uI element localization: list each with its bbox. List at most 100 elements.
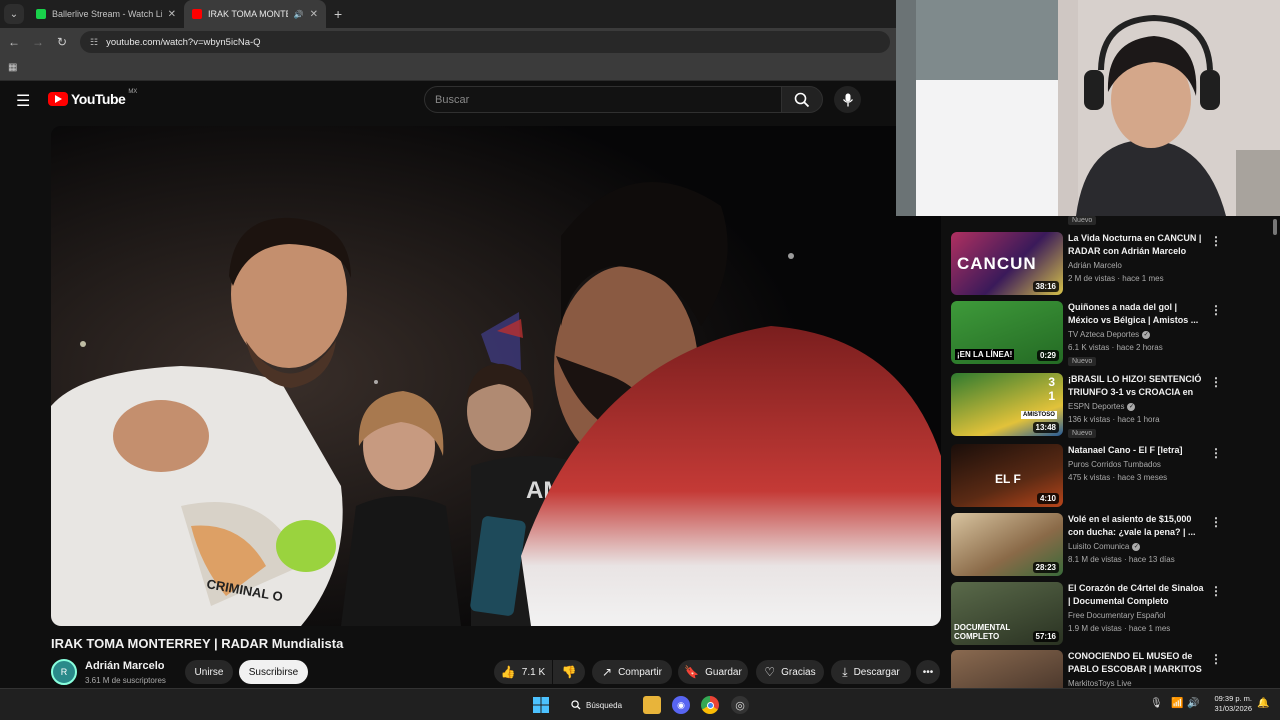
back-arrow-icon[interactable]: ← (2, 35, 26, 49)
channel-name[interactable]: Luisito Comunica ✓ (1068, 542, 1141, 551)
youtube-wordmark: YouTube (71, 91, 126, 107)
recommendation-item[interactable]: ¡EN LA LÍNEA! 0:29 Quiñones a nada del g… (950, 301, 1280, 367)
thanks-button[interactable]: ♡ Gracias (756, 660, 824, 684)
channel-name[interactable]: MarkitosToys Live (1068, 679, 1132, 688)
video-meta: 8.1 M de vistas · hace 13 días (1068, 555, 1175, 564)
taskbar-clock[interactable]: 09:39 p. m. 31/03/2026 (1208, 694, 1252, 714)
channel-name[interactable]: Adrián Marcelo (1068, 261, 1122, 270)
tab-search-button[interactable]: ⌄ (4, 4, 24, 24)
video-thumbnail[interactable] (951, 650, 1063, 688)
video-duration: 13:48 (1032, 422, 1059, 433)
recommendation-item[interactable]: EL F 4:10 Natanael Cano - El F [letra] P… (950, 444, 1280, 510)
taskbar-search-button[interactable]: Búsqueda (561, 694, 637, 716)
hamburger-menu-icon[interactable]: ☰ (16, 91, 30, 111)
verified-check-icon: ✓ (1132, 542, 1141, 551)
close-tab-icon[interactable]: ✕ (168, 9, 176, 20)
channel-name[interactable]: Puros Corridos Tumbados (1068, 460, 1161, 469)
channel-name[interactable]: Adrián Marcelo (85, 660, 164, 672)
recommendation-item[interactable]: CANCUN 38:16 La Vida Nocturna en CANCUN … (950, 232, 1280, 298)
bookmarks-bar: ▦ (0, 56, 896, 81)
tab-title: IRAK TOMA MONTERREY | I (208, 9, 288, 19)
more-vertical-icon[interactable]: ⋮ (1210, 446, 1222, 460)
recommendation-item[interactable]: CONOCIENDO EL MUSEO de PABLO ESCOBAR | M… (950, 650, 1280, 688)
video-meta: 1.9 M de vistas · hace 1 mes (1068, 624, 1171, 633)
video-title: Volé en el asiento de $15,000 con ducha:… (1068, 514, 1196, 537)
microphone-icon[interactable]: 🎙 (1150, 698, 1163, 709)
windows-start-icon[interactable] (532, 696, 550, 714)
save-button[interactable]: 🔖 Guardar (678, 660, 748, 684)
more-vertical-icon[interactable]: ⋮ (1210, 234, 1222, 248)
video-meta: 475 k vistas · hace 3 meses (1068, 473, 1168, 482)
file-explorer-icon[interactable] (643, 696, 661, 714)
site-info-icon[interactable]: ☷ (90, 37, 98, 48)
wifi-icon[interactable]: 📶 (1171, 698, 1183, 709)
video-thumbnail[interactable]: ¡EN LA LÍNEA! 0:29 (951, 301, 1063, 364)
chrome-icon[interactable] (701, 696, 719, 714)
channel-name-text: Luisito Comunica (1068, 542, 1130, 551)
video-duration: 4:10 (1036, 493, 1059, 504)
new-badge: Nuevo (1068, 357, 1097, 366)
browser-tab-youtube[interactable]: IRAK TOMA MONTERREY | I 🔊 ✕ (184, 0, 326, 28)
search-button[interactable] (781, 86, 823, 113)
thumbnail-score-bottom: 1 (1048, 389, 1055, 403)
bookmark-icon: 🔖 (684, 665, 700, 679)
join-button[interactable]: Unirse (185, 660, 233, 684)
new-badge: Nuevo (1068, 216, 1097, 225)
url-bar[interactable]: ☷ youtube.com/watch?v=wbyn5icNa-Q (80, 31, 890, 53)
new-tab-plus-icon[interactable]: + (334, 6, 342, 22)
channel-name[interactable]: ESPN Deportes ✓ (1068, 402, 1136, 411)
forward-arrow-icon[interactable]: → (26, 35, 50, 49)
video-thumbnail[interactable]: 3 1 AMISTOSO 13:48 (951, 373, 1063, 436)
channel-name[interactable]: Free Documentary Español (1068, 611, 1165, 620)
apps-grid-icon[interactable]: ▦ (8, 62, 17, 73)
obs-icon[interactable]: ◎ (731, 696, 749, 714)
sidebar-scrollbar[interactable] (1272, 216, 1278, 688)
more-vertical-icon[interactable]: ⋮ (1210, 515, 1222, 529)
discord-icon[interactable]: ◉ (672, 696, 690, 714)
video-meta: 2 M de vistas · hace 1 mes (1068, 274, 1164, 283)
close-tab-icon[interactable]: ✕ (310, 9, 318, 20)
recommendation-item[interactable]: 28:23 Volé en el asiento de $15,000 con … (950, 513, 1280, 579)
search-icon (571, 700, 581, 710)
share-button[interactable]: ↗ Compartir (592, 660, 672, 684)
like-button[interactable]: 👍 7.1 K (494, 660, 552, 684)
save-label: Guardar (705, 666, 742, 678)
video-thumbnail[interactable]: DOCUMENTAL COMPLETO 57:16 (951, 582, 1063, 645)
youtube-header: ☰ YouTube MX Buscar (0, 81, 896, 119)
youtube-logo[interactable]: YouTube MX (48, 89, 138, 107)
audio-playing-icon[interactable]: 🔊 (294, 10, 304, 19)
more-vertical-icon[interactable]: ⋮ (1210, 303, 1222, 317)
video-thumbnail[interactable]: 28:23 (951, 513, 1063, 576)
thanks-label: Gracias (781, 666, 816, 678)
download-button[interactable]: ⤓ Descargar (831, 660, 911, 684)
volume-icon[interactable]: 🔊 (1187, 698, 1199, 709)
region-code: MX (128, 89, 138, 95)
channel-avatar[interactable]: R (51, 659, 77, 685)
video-thumbnail[interactable]: CANCUN 38:16 (951, 232, 1063, 295)
subscribe-button[interactable]: Suscribirse (239, 660, 308, 684)
more-vertical-icon[interactable]: ⋮ (1210, 584, 1222, 598)
address-toolbar: ← → ↻ ☷ youtube.com/watch?v=wbyn5icNa-Q (0, 28, 896, 56)
notification-bell-icon[interactable]: 🔔 (1257, 698, 1269, 709)
thumbnail-caption: ¡EN LA LÍNEA! (955, 349, 1015, 360)
like-count: 7.1 K (521, 666, 546, 678)
video-title: Natanael Cano - El F [letra] (1068, 445, 1183, 455)
browser-tab-ballerlive[interactable]: Ballerlive Stream - Watch Live ✕ (28, 0, 184, 28)
recommendation-item[interactable]: DOCUMENTAL COMPLETO 57:16 El Corazón de … (950, 582, 1280, 648)
more-vertical-icon[interactable]: ⋮ (1210, 375, 1222, 389)
video-player[interactable]: CRIMINAL O AMON (51, 126, 941, 626)
recommendation-item[interactable]: 3 1 AMISTOSO 13:48 ¡BRASIL LO HIZO! SENT… (950, 373, 1280, 439)
reload-icon[interactable]: ↻ (50, 35, 74, 49)
more-horizontal-icon: ••• (922, 666, 934, 678)
dislike-button[interactable]: 👎 (553, 660, 585, 684)
voice-search-button[interactable] (834, 86, 861, 113)
video-thumbnail[interactable]: EL F 4:10 (951, 444, 1063, 507)
scrollbar-thumb[interactable] (1273, 219, 1277, 235)
more-actions-button[interactable]: ••• (916, 660, 940, 684)
taskbar-search-label: Búsqueda (586, 700, 623, 710)
search-input[interactable]: Buscar (424, 86, 782, 113)
video-duration: 38:16 (1032, 281, 1059, 292)
thumbs-down-icon: 👎 (561, 665, 577, 679)
more-vertical-icon[interactable]: ⋮ (1210, 652, 1222, 666)
channel-name[interactable]: TV Azteca Deportes ✓ (1068, 330, 1151, 339)
